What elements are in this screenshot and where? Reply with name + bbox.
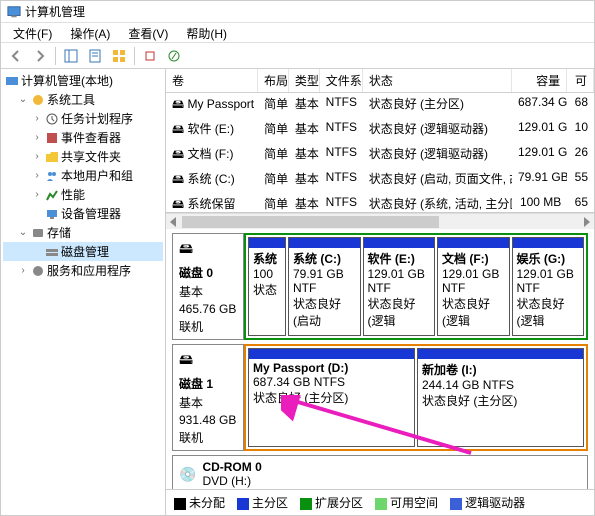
legend-extended: 扩展分区: [300, 494, 363, 511]
scrollbar-thumb[interactable]: [182, 216, 439, 228]
menubar: 文件(F) 操作(A) 查看(V) 帮助(H): [1, 23, 594, 43]
volume-list-header[interactable]: 卷 布局 类型 文件系统 状态 容量 可: [166, 69, 594, 93]
tree-root[interactable]: 计算机管理(本地): [3, 71, 163, 90]
disk-graphical-view[interactable]: 🖴 磁盘 0 基本 465.76 GB 联机 系统100状态系统 (C:)79.…: [166, 229, 594, 489]
expander-icon[interactable]: ⌄: [17, 94, 29, 105]
volume-row[interactable]: 🖴 软件 (E:)简单基本NTFS状态良好 (逻辑驱动器)129.01 GB10: [166, 118, 594, 143]
settings-button[interactable]: [139, 45, 161, 67]
tree-devmgr[interactable]: ›设备管理器: [3, 204, 163, 223]
app-icon: [7, 5, 21, 19]
tree-eventviewer[interactable]: ›事件查看器: [3, 128, 163, 147]
col-capacity[interactable]: 容量: [512, 69, 567, 92]
expander-icon[interactable]: ›: [31, 151, 43, 162]
tree-systools[interactable]: ⌄系统工具: [3, 90, 163, 109]
tree-performance[interactable]: ›性能: [3, 185, 163, 204]
col-layout[interactable]: 布局: [258, 69, 289, 92]
help-button[interactable]: [163, 45, 185, 67]
volume-row[interactable]: 🖴 文档 (F:)简单基本NTFS状态良好 (逻辑驱动器)129.01 GB26: [166, 143, 594, 168]
toolbar: [1, 43, 594, 69]
legend-logical: 逻辑驱动器: [450, 494, 525, 511]
volume-box[interactable]: 系统 (C:)79.91 GB NTF状态良好 (启动: [288, 237, 361, 336]
disk0-info[interactable]: 🖴 磁盘 0 基本 465.76 GB 联机: [172, 233, 244, 340]
volume-box[interactable]: 系统100状态: [248, 237, 286, 336]
disk-row-cdrom[interactable]: 💿 CD-ROM 0 DVD (H:): [172, 455, 588, 489]
expander-icon[interactable]: ›: [31, 113, 43, 124]
tree-localusers[interactable]: ›本地用户和组: [3, 166, 163, 185]
properties-button[interactable]: [84, 45, 106, 67]
horizontal-scrollbar[interactable]: [166, 213, 594, 229]
legend-free: 可用空间: [375, 494, 438, 511]
volume-row[interactable]: 🖴 系统保留简单基本NTFS状态良好 (系统, 活动, 主分区)100 MB65: [166, 193, 594, 213]
menu-action[interactable]: 操作(A): [62, 23, 118, 42]
expander-icon[interactable]: ›: [31, 170, 43, 181]
menu-view[interactable]: 查看(V): [120, 23, 176, 42]
disk-row-1[interactable]: 🖴 磁盘 1 基本 931.48 GB 联机 My Passport (D:)6…: [172, 344, 588, 451]
volume-row[interactable]: 🖴 系统 (C:)简单基本NTFS状态良好 (启动, 页面文件, 故障转储, 主…: [166, 168, 594, 193]
expander-icon[interactable]: ›: [31, 132, 43, 143]
menu-help[interactable]: 帮助(H): [178, 23, 235, 42]
volume-box[interactable]: My Passport (D:)687.34 GB NTFS状态良好 (主分区): [248, 348, 415, 447]
col-volume[interactable]: 卷: [166, 69, 258, 92]
expander-icon[interactable]: ›: [17, 265, 29, 276]
window-title: 计算机管理: [25, 3, 85, 20]
forward-button[interactable]: [29, 45, 51, 67]
tree-diskmgmt[interactable]: ›磁盘管理: [3, 242, 163, 261]
navigation-tree[interactable]: 计算机管理(本地) ⌄系统工具 ›任务计划程序 ›事件查看器 ›共享文件夹 ›本…: [1, 69, 166, 515]
grid-view-button[interactable]: [108, 45, 130, 67]
volume-list[interactable]: 🖴 My Passport (D:)简单基本NTFS状态良好 (主分区)687.…: [166, 93, 594, 213]
legend-primary: 主分区: [237, 494, 288, 511]
volume-box[interactable]: 文档 (F:)129.01 GB NTF状态良好 (逻辑: [437, 237, 510, 336]
col-avail[interactable]: 可: [567, 69, 594, 92]
col-type[interactable]: 类型: [289, 69, 320, 92]
volume-row[interactable]: 🖴 My Passport (D:)简单基本NTFS状态良好 (主分区)687.…: [166, 93, 594, 118]
tree-storage[interactable]: ⌄存储: [3, 223, 163, 242]
disk-row-0[interactable]: 🖴 磁盘 0 基本 465.76 GB 联机 系统100状态系统 (C:)79.…: [172, 233, 588, 340]
volume-box[interactable]: 新加卷 (I:)244.14 GB NTFS状态良好 (主分区): [417, 348, 584, 447]
disk1-info[interactable]: 🖴 磁盘 1 基本 931.48 GB 联机: [172, 344, 244, 451]
volume-box[interactable]: 娱乐 (G:)129.01 GB NTF状态良好 (逻辑: [512, 237, 585, 336]
cdrom-icon: 💿: [179, 466, 196, 483]
back-button[interactable]: [5, 45, 27, 67]
tree-sharedfolders[interactable]: ›共享文件夹: [3, 147, 163, 166]
disk-icon: 🖴: [179, 349, 237, 373]
view-button[interactable]: [60, 45, 82, 67]
legend: 未分配 主分区 扩展分区 可用空间 逻辑驱动器: [166, 489, 594, 515]
expander-icon[interactable]: ⌄: [17, 227, 29, 238]
cdrom-info[interactable]: 💿 CD-ROM 0 DVD (H:): [172, 455, 588, 489]
volume-box[interactable]: 软件 (E:)129.01 GB NTF状态良好 (逻辑: [363, 237, 436, 336]
legend-unallocated: 未分配: [174, 494, 225, 511]
col-status[interactable]: 状态: [363, 69, 512, 92]
tree-services[interactable]: ›服务和应用程序: [3, 261, 163, 280]
menu-file[interactable]: 文件(F): [5, 23, 60, 42]
disk-icon: 🖴: [179, 238, 237, 262]
col-fs[interactable]: 文件系统: [320, 69, 363, 92]
expander-icon[interactable]: ›: [31, 189, 43, 200]
tree-taskscheduler[interactable]: ›任务计划程序: [3, 109, 163, 128]
